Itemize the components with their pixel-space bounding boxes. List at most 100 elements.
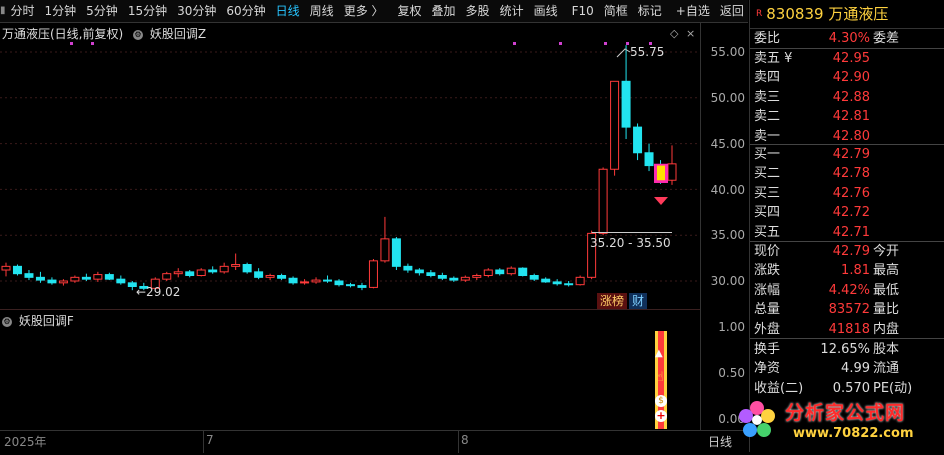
candle-body [162, 273, 172, 280]
watermark-name: 分析家公式网 [785, 402, 906, 424]
stat-label: 外盘 [754, 321, 781, 337]
toolbar-item[interactable]: +自选 [671, 0, 715, 22]
fin-label2: 流通 [873, 361, 900, 377]
candle-body [610, 80, 620, 170]
ask-label: 卖四 [754, 70, 781, 86]
toolbar-item[interactable]: 60分钟 [221, 0, 270, 22]
y-tick: 40.00 [710, 183, 745, 197]
y-tick: 50.00 [710, 91, 745, 105]
candle-body [541, 278, 551, 283]
candle-body [288, 277, 298, 284]
y-tick: 35.00 [710, 228, 745, 242]
toolbar-item[interactable]: 简框 [599, 0, 633, 22]
toolbar-item[interactable]: 30分钟 [172, 0, 221, 22]
toolbar-item[interactable]: 分时 [6, 0, 40, 22]
stock-title: 万通液压(日线,前复权) [2, 27, 124, 41]
period-tab[interactable]: 日线 [708, 433, 732, 450]
fin-label2: 股本 [873, 342, 900, 357]
stat-row: 现价 42.79 今开 [750, 242, 944, 261]
highlight-candle-inner [657, 165, 665, 181]
candle-body [518, 267, 528, 277]
candle-body [552, 281, 562, 285]
bid-label: 买一 [754, 147, 781, 162]
limit-up-tag[interactable]: 涨榜 [597, 293, 628, 309]
toolbar-item[interactable]: 15分钟 [123, 0, 172, 22]
ask-label: 卖五 ¥ [754, 51, 793, 66]
watermark-logo: 分析家公式网 www.70822.com [733, 390, 944, 452]
candle-body [311, 279, 321, 283]
bid-price: 42.79 [832, 147, 870, 162]
ask-price: 42.80 [832, 128, 870, 144]
toolbar-item[interactable]: 多股 [461, 0, 495, 22]
high-price-label: 55.75 [630, 45, 665, 59]
ask-label: 卖二 [754, 109, 781, 125]
toolbar-item[interactable]: F10 [567, 0, 599, 22]
toolbar-item[interactable]: 复权 [393, 0, 427, 22]
indicator-panel[interactable]: ⚙ 妖股回调F ▲ ☝ $ + [0, 309, 700, 430]
candle-body [104, 274, 114, 280]
toolbar-item[interactable]: 5分钟 [81, 0, 123, 22]
indicator-panel-name[interactable]: 妖股回调F [19, 314, 74, 328]
candle-body [345, 284, 355, 287]
close-icon[interactable]: × [686, 27, 695, 40]
bid-row: 买一 42.79 [750, 145, 944, 164]
candle-body [426, 272, 436, 277]
candle-body [47, 279, 57, 284]
ask-row: 卖五 ¥ 42.95 [750, 49, 944, 68]
toolbar-item[interactable]: 1分钟 [40, 0, 82, 22]
candle-body [368, 260, 378, 288]
bid-price: 42.78 [832, 166, 870, 182]
fin-row: 换手 12.65% 股本 [750, 340, 944, 359]
indicator-panel-settings-icon[interactable]: ⚙ [2, 316, 12, 327]
weibi-row: 委比 4.30% 委差 [750, 29, 944, 48]
candle-body [231, 264, 241, 267]
kline-chart[interactable]: 万通液压(日线,前复权) ⚙ 妖股回调Z ◇ × 55.75 ←29.02 35… [0, 22, 700, 309]
candle-body [196, 269, 206, 277]
fin-value: 12.65% [820, 342, 870, 357]
candle-body [277, 275, 287, 279]
candle-body [219, 265, 229, 273]
stat-value: 41818 [828, 321, 870, 337]
toolbar-item[interactable]: 更多 〉 [339, 0, 389, 22]
ask-label: 卖一 [754, 128, 781, 144]
ask-price: 42.95 [832, 51, 870, 66]
toolbar-item[interactable]: 画线 [529, 0, 563, 22]
candle-body [116, 278, 126, 284]
indicator-panel-title: ⚙ 妖股回调F [2, 312, 74, 329]
toolbar-item[interactable]: 日线 [271, 0, 305, 22]
kline-svg [0, 42, 700, 291]
stock-code[interactable]: 830839 [766, 5, 823, 23]
candle-body [667, 163, 677, 181]
bid-price: 42.72 [832, 205, 870, 221]
financial-tag[interactable]: 财 [629, 293, 648, 309]
candle-body [460, 276, 470, 281]
gem-marker-icon [654, 197, 668, 205]
stat-value: 1.81 [841, 263, 870, 279]
bid-label: 买三 [754, 185, 781, 201]
stat-label: 总量 [754, 302, 781, 318]
toolbar-item[interactable]: 统计 [495, 0, 529, 22]
candle-body [242, 264, 252, 273]
toolbar-item[interactable]: 标记 [633, 0, 667, 22]
stat-row: 总量 83572 量比 [750, 300, 944, 319]
bid-row: 买三 42.76 [750, 184, 944, 203]
candle-body [208, 269, 218, 273]
toolbar-item[interactable]: 叠加 [427, 0, 461, 22]
indicator-title[interactable]: 妖股回调Z [150, 27, 206, 41]
bid-row: 买四 42.72 [750, 203, 944, 222]
indicator-settings-icon[interactable]: ⚙ [133, 29, 144, 40]
diamond-icon[interactable]: ◇ [670, 27, 678, 40]
toolbar-item[interactable]: 返回 [715, 0, 749, 22]
bid-row: 买二 42.78 [750, 164, 944, 183]
ask-row: 卖四 42.90 [750, 68, 944, 87]
fin-row: 净资 4.99 流通 [750, 359, 944, 378]
candle-body [495, 269, 505, 275]
ask-price: 42.81 [832, 109, 870, 125]
signal-marker [604, 42, 607, 45]
stat-label: 涨跌 [754, 263, 781, 279]
toolbar-item[interactable]: 周线 [305, 0, 339, 22]
price-axis: 55.00 50.00 45.00 40.00 35.00 30.00 1.00… [700, 22, 749, 430]
stock-name[interactable]: 万通液压 [828, 5, 888, 23]
y-tick: 45.00 [710, 137, 745, 151]
candle-body [323, 279, 333, 282]
